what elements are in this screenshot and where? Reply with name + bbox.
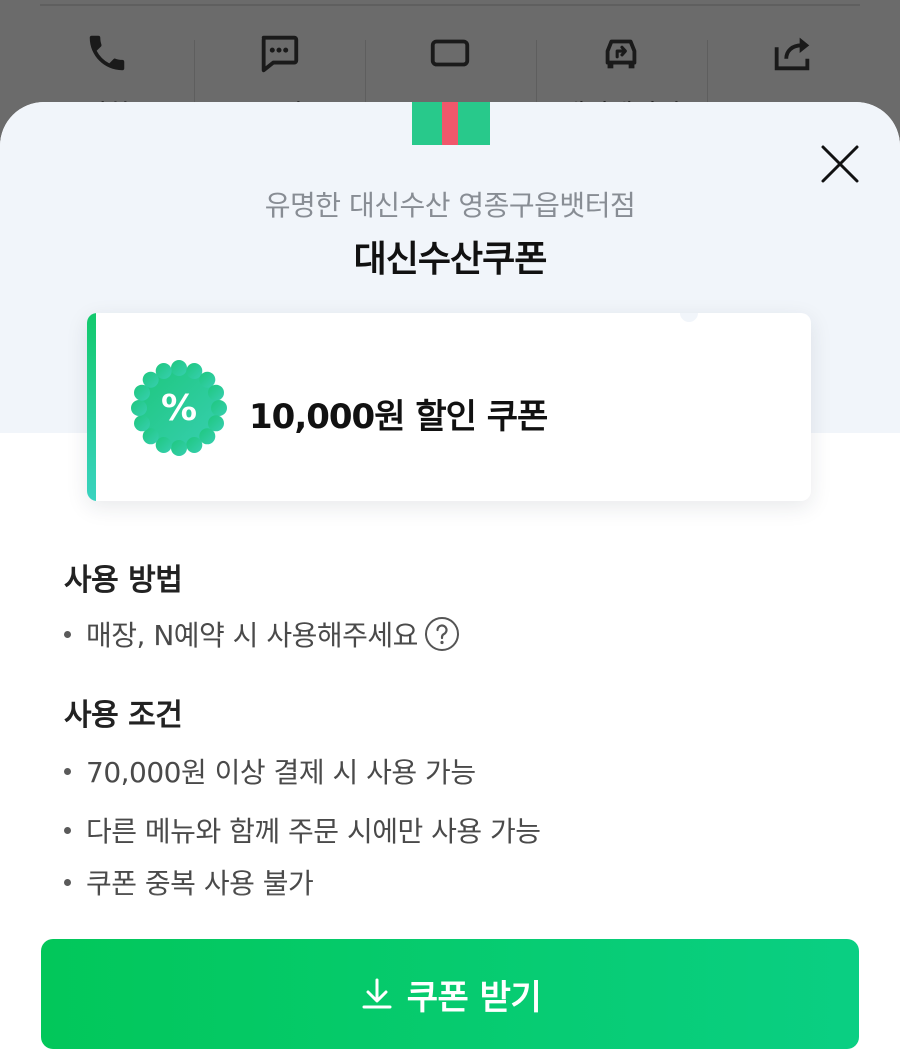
get-coupon-label: 쿠폰 받기 [406, 977, 542, 1018]
close-button[interactable] [818, 142, 862, 186]
ticket-notch [680, 313, 698, 322]
download-icon [362, 978, 392, 1009]
usage-method-heading: 사용 방법 [64, 563, 183, 598]
usage-conditions-heading: 사용 조건 [64, 698, 183, 733]
close-icon [821, 145, 859, 183]
coupon-ticket: % 10,000원 할인 쿠폰 [87, 313, 811, 501]
list-item: 다른 메뉴와 함께 주문 시에만 사용 가능 [64, 813, 844, 848]
scroll-fade [0, 892, 900, 932]
bullet-dot [64, 878, 71, 886]
condition-text: 다른 메뉴와 함께 주문 시에만 사용 가능 [86, 815, 541, 848]
badge-symbol: % [161, 388, 197, 429]
phone-icon [89, 35, 125, 71]
bullet-dot [64, 630, 71, 638]
divider [40, 4, 860, 6]
chat-icon [261, 35, 299, 73]
bullet-dot [64, 826, 71, 834]
ticket-accent-bar [87, 313, 96, 501]
store-name: 유명한 대신수산 영종구읍뱃터점 [264, 189, 636, 222]
coupon-bottom-sheet: 유명한 대신수산 영종구읍뱃터점 대신수산쿠폰 % 10,000원 할인 쿠폰 … [0, 102, 900, 1057]
coupon-title: 대신수산쿠폰 [353, 239, 548, 280]
help-icon[interactable] [424, 616, 460, 652]
get-coupon-button[interactable]: 쿠폰 받기 [41, 939, 859, 1049]
share-icon [774, 37, 810, 71]
ticket-notch [680, 492, 698, 501]
list-item: 70,000원 이상 결제 시 사용 가능 [64, 754, 844, 789]
gift-box-icon [412, 102, 490, 145]
usage-conditions-section: 사용 조건 70,000원 이상 결제 시 사용 가능 다른 메뉴와 함께 주문… [64, 690, 844, 900]
car-navigation-icon [605, 39, 637, 69]
discount-badge-icon: % [131, 360, 227, 456]
bullet-dot [64, 767, 71, 775]
coupon-icon [430, 39, 470, 67]
usage-method-section: 사용 방법 매장, N예약 시 사용해주세요 [64, 555, 844, 652]
list-item: 매장, N예약 시 사용해주세요 [64, 616, 844, 652]
condition-text: 70,000원 이상 결제 시 사용 가능 [86, 756, 476, 789]
coupon-amount: 10,000원 할인 쿠폰 [249, 397, 548, 437]
usage-method-text: 매장, N예약 시 사용해주세요 [86, 619, 418, 652]
